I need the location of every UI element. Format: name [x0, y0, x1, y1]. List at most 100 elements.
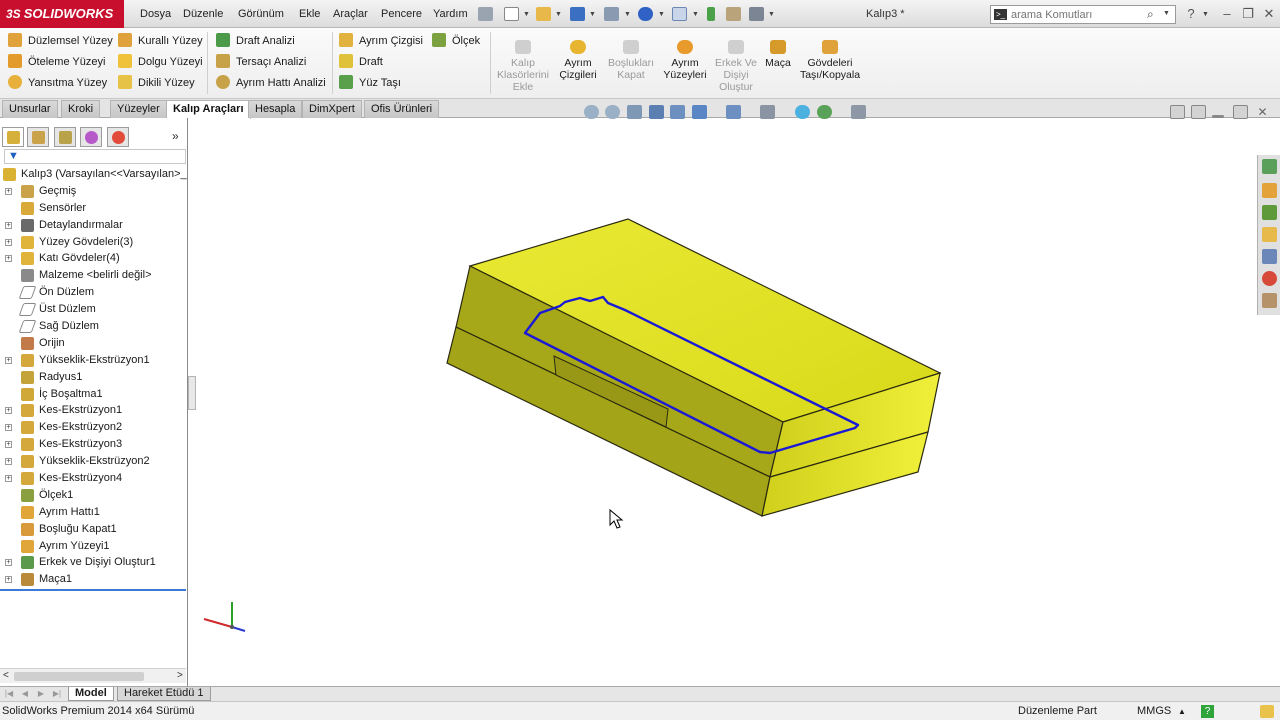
- planar-surface-button[interactable]: Düzlemsel Yüzey: [8, 31, 113, 51]
- fill-surface-button[interactable]: Dolgu Yüzeyi: [118, 52, 203, 72]
- new-dropdown-icon[interactable]: ▼: [523, 11, 530, 18]
- options-dropdown-icon[interactable]: ▼: [768, 11, 775, 18]
- previous-tab-icon[interactable]: ◀: [20, 689, 30, 699]
- rebuild-icon[interactable]: [707, 7, 715, 21]
- expand-toggle-icon[interactable]: +: [5, 255, 12, 263]
- tab-ofis-urunleri[interactable]: Ofis Ürünleri: [364, 100, 440, 118]
- tree-item[interactable]: Orijin: [0, 335, 188, 352]
- help-icon[interactable]: ?: [1182, 5, 1200, 23]
- expand-toggle-icon[interactable]: +: [5, 238, 12, 246]
- print-dropdown-icon[interactable]: ▼: [624, 11, 631, 18]
- scroll-right-icon[interactable]: >: [177, 669, 183, 683]
- menu-yardim[interactable]: Yardım: [433, 0, 468, 28]
- pin-icon[interactable]: [478, 7, 493, 21]
- tab-unsurlar[interactable]: Unsurlar: [2, 100, 58, 118]
- menu-ekle[interactable]: Ekle: [299, 0, 320, 28]
- help-dropdown-icon[interactable]: ▼: [1202, 11, 1209, 18]
- tree-root[interactable]: Kalıp3 (Varsayılan<<Varsayılan>_: [0, 166, 188, 183]
- expand-toggle-icon[interactable]: +: [5, 441, 12, 449]
- section-view-icon[interactable]: [649, 105, 664, 119]
- expand-toggle-icon[interactable]: +: [5, 187, 12, 195]
- dimxpert-manager-tab[interactable]: [80, 127, 102, 147]
- parting-line-analysis-button[interactable]: Ayrım Hattı Analizi: [216, 73, 326, 93]
- graphics-area[interactable]: [190, 118, 1256, 686]
- first-tab-icon[interactable]: |◀: [4, 689, 14, 699]
- solidworks-logo[interactable]: 3S SOLIDWORKS: [0, 0, 124, 28]
- view-palette-icon[interactable]: [1262, 249, 1277, 264]
- help-status-icon[interactable]: ?: [1201, 705, 1214, 718]
- search-commands[interactable]: >_ ⌕ ▼: [990, 5, 1176, 24]
- tree-item[interactable]: + Erkek ve Dişiyi Oluştur1: [0, 554, 188, 571]
- menu-gorunum[interactable]: Görünüm: [238, 0, 284, 28]
- core-button[interactable]: Maça: [762, 40, 794, 69]
- tile-view-icon[interactable]: [1170, 105, 1185, 119]
- radiate-surface-button[interactable]: Yansıtma Yüzey: [8, 73, 107, 93]
- menu-pencere[interactable]: Pencere: [381, 0, 422, 28]
- expand-toggle-icon[interactable]: +: [5, 458, 12, 466]
- expand-toggle-icon[interactable]: +: [5, 576, 12, 584]
- tree-item[interactable]: Sağ Düzlem: [0, 318, 188, 335]
- tab-kalip-araclari[interactable]: Kalıp Araçları: [166, 100, 251, 119]
- zoom-to-fit-icon[interactable]: [584, 105, 599, 119]
- search-input[interactable]: [1011, 7, 1141, 22]
- dynamic-annotation-icon[interactable]: [670, 105, 685, 119]
- tree-item[interactable]: Ölçek1: [0, 487, 188, 504]
- tree-item[interactable]: Radyus1: [0, 369, 188, 386]
- tooling-split-button[interactable]: Erkek Ve Dişiyi Oluştur: [712, 40, 760, 93]
- unit-system[interactable]: MMGS: [1137, 702, 1171, 721]
- search-dropdown-icon[interactable]: ▼: [1163, 10, 1170, 17]
- parting-surfaces-button[interactable]: Ayrım Yüzeyleri: [662, 40, 708, 81]
- split-view-icon[interactable]: [1191, 105, 1206, 119]
- open-folder-icon[interactable]: [536, 7, 551, 21]
- close-window-icon[interactable]: ✕: [1260, 5, 1278, 23]
- new-document-icon[interactable]: [504, 7, 519, 21]
- tree-item[interactable]: + Kes-Ekstrüzyon2: [0, 419, 188, 436]
- search-icon[interactable]: ⌕: [1147, 7, 1154, 22]
- file-explorer-icon[interactable]: [1262, 227, 1277, 242]
- previous-view-icon[interactable]: [627, 105, 642, 119]
- expand-toggle-icon[interactable]: +: [5, 407, 12, 415]
- display-manager-tab[interactable]: [107, 127, 129, 147]
- select-cursor-icon[interactable]: [672, 7, 687, 21]
- feature-tree-scrollbar[interactable]: < >: [0, 668, 186, 683]
- draft-analysis-button[interactable]: Draft Analizi: [216, 31, 295, 51]
- unit-system-arrow[interactable]: ▲: [1178, 702, 1186, 721]
- move-copy-bodies-button[interactable]: Gövdeleri Taşı/Kopyala: [798, 40, 862, 81]
- tree-item[interactable]: + Yüzey Gövdeleri(3): [0, 234, 188, 251]
- print-icon[interactable]: [604, 7, 619, 21]
- draft-button[interactable]: Draft: [339, 52, 383, 72]
- custom-properties-icon[interactable]: [1262, 293, 1277, 308]
- edit-appearance-icon[interactable]: [795, 105, 810, 119]
- home-icon[interactable]: [1262, 183, 1277, 198]
- zoom-to-area-icon[interactable]: [605, 105, 620, 119]
- tree-item[interactable]: Üst Düzlem: [0, 301, 188, 318]
- mold-block-model[interactable]: [446, 218, 942, 517]
- tree-item[interactable]: + Yükseklik-Ekstrüzyon2: [0, 453, 188, 470]
- scroll-thumb[interactable]: [14, 672, 144, 681]
- resources-icon[interactable]: [1262, 159, 1277, 174]
- last-tab-icon[interactable]: ▶|: [52, 689, 62, 699]
- rebuild-status-icon[interactable]: [1260, 705, 1274, 718]
- tree-item[interactable]: + Maça1: [0, 571, 188, 588]
- appearances-icon[interactable]: [1262, 271, 1277, 286]
- design-library-icon[interactable]: [1262, 205, 1277, 220]
- tree-item[interactable]: Boşluğu Kapat1: [0, 521, 188, 538]
- restore-window-icon[interactable]: ❐: [1239, 5, 1257, 23]
- insert-mold-folders-button[interactable]: Kalıp Klasörlerini Ekle: [494, 40, 552, 93]
- menu-duzenle[interactable]: Düzenle: [183, 0, 223, 28]
- minimize-window-icon[interactable]: –: [1218, 5, 1236, 23]
- open-dropdown-icon[interactable]: ▼: [555, 11, 562, 18]
- feature-tree-tab[interactable]: [2, 127, 24, 147]
- tree-item[interactable]: + Katı Gövdeler(4): [0, 250, 188, 267]
- rollback-bar[interactable]: [0, 589, 186, 591]
- tree-item[interactable]: + Kes-Ekstrüzyon1: [0, 402, 188, 419]
- expand-panel-icon[interactable]: »: [172, 129, 179, 143]
- expand-toggle-icon[interactable]: +: [5, 221, 12, 229]
- tab-yuzeyler[interactable]: Yüzeyler: [110, 100, 167, 118]
- tab-kroki[interactable]: Kroki: [61, 100, 101, 118]
- parting-lines-small-button[interactable]: Ayrım Çizgisi: [339, 31, 423, 51]
- knit-surface-button[interactable]: Dikili Yüzey: [118, 73, 195, 93]
- tree-item[interactable]: Ayrım Hattı1: [0, 504, 188, 521]
- undo-icon[interactable]: [638, 7, 653, 21]
- tree-item[interactable]: Sensörler: [0, 200, 188, 217]
